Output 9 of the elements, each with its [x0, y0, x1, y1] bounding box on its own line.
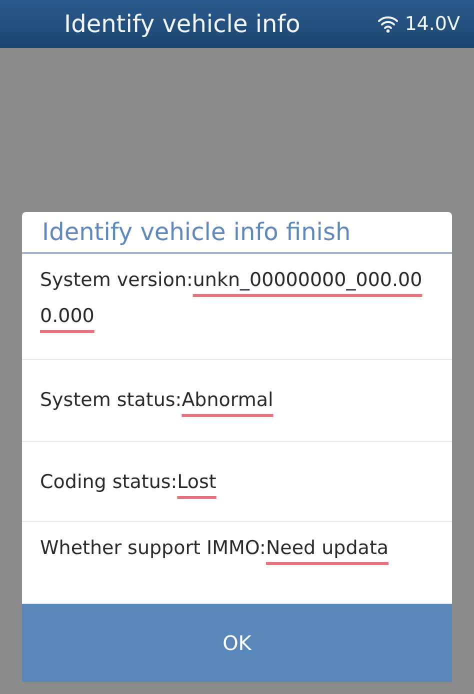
dialog-title: Identify vehicle info finish — [22, 212, 452, 254]
info-text: Coding status:Lost — [40, 470, 216, 495]
info-text: Whether support IMMO:Need updata — [40, 536, 389, 561]
screen-title: Identify vehicle info — [64, 10, 302, 38]
info-text: System version:unkn_00000000_000.000.000 — [40, 268, 424, 329]
info-text: System status:Abnormal — [40, 388, 274, 413]
ok-button[interactable]: OK — [22, 604, 452, 682]
wifi-icon — [376, 15, 399, 33]
voltage-reading: 14.0V — [404, 13, 460, 35]
